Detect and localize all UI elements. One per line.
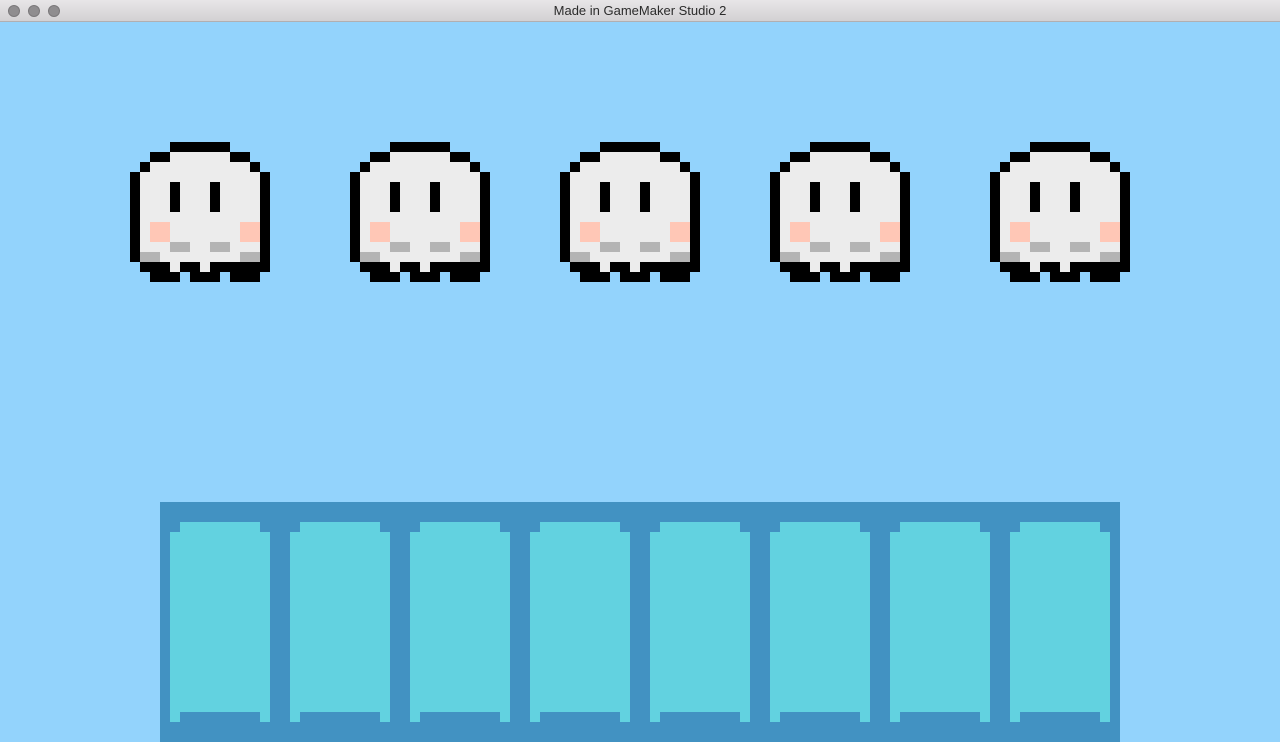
- window-title: Made in GameMaker Studio 2: [553, 3, 727, 18]
- card-slot[interactable]: [770, 522, 870, 722]
- card-slot[interactable]: [650, 522, 750, 722]
- card-slot[interactable]: [1010, 522, 1110, 722]
- card-slot[interactable]: [170, 522, 270, 722]
- game-canvas[interactable]: [0, 22, 1280, 742]
- card-tray: [160, 502, 1120, 742]
- card-slot[interactable]: [410, 522, 510, 722]
- card-slot[interactable]: [530, 522, 630, 722]
- card-slot[interactable]: [890, 522, 990, 722]
- card-slot[interactable]: [290, 522, 390, 722]
- window-titlebar: Made in GameMaker Studio 2: [0, 0, 1280, 22]
